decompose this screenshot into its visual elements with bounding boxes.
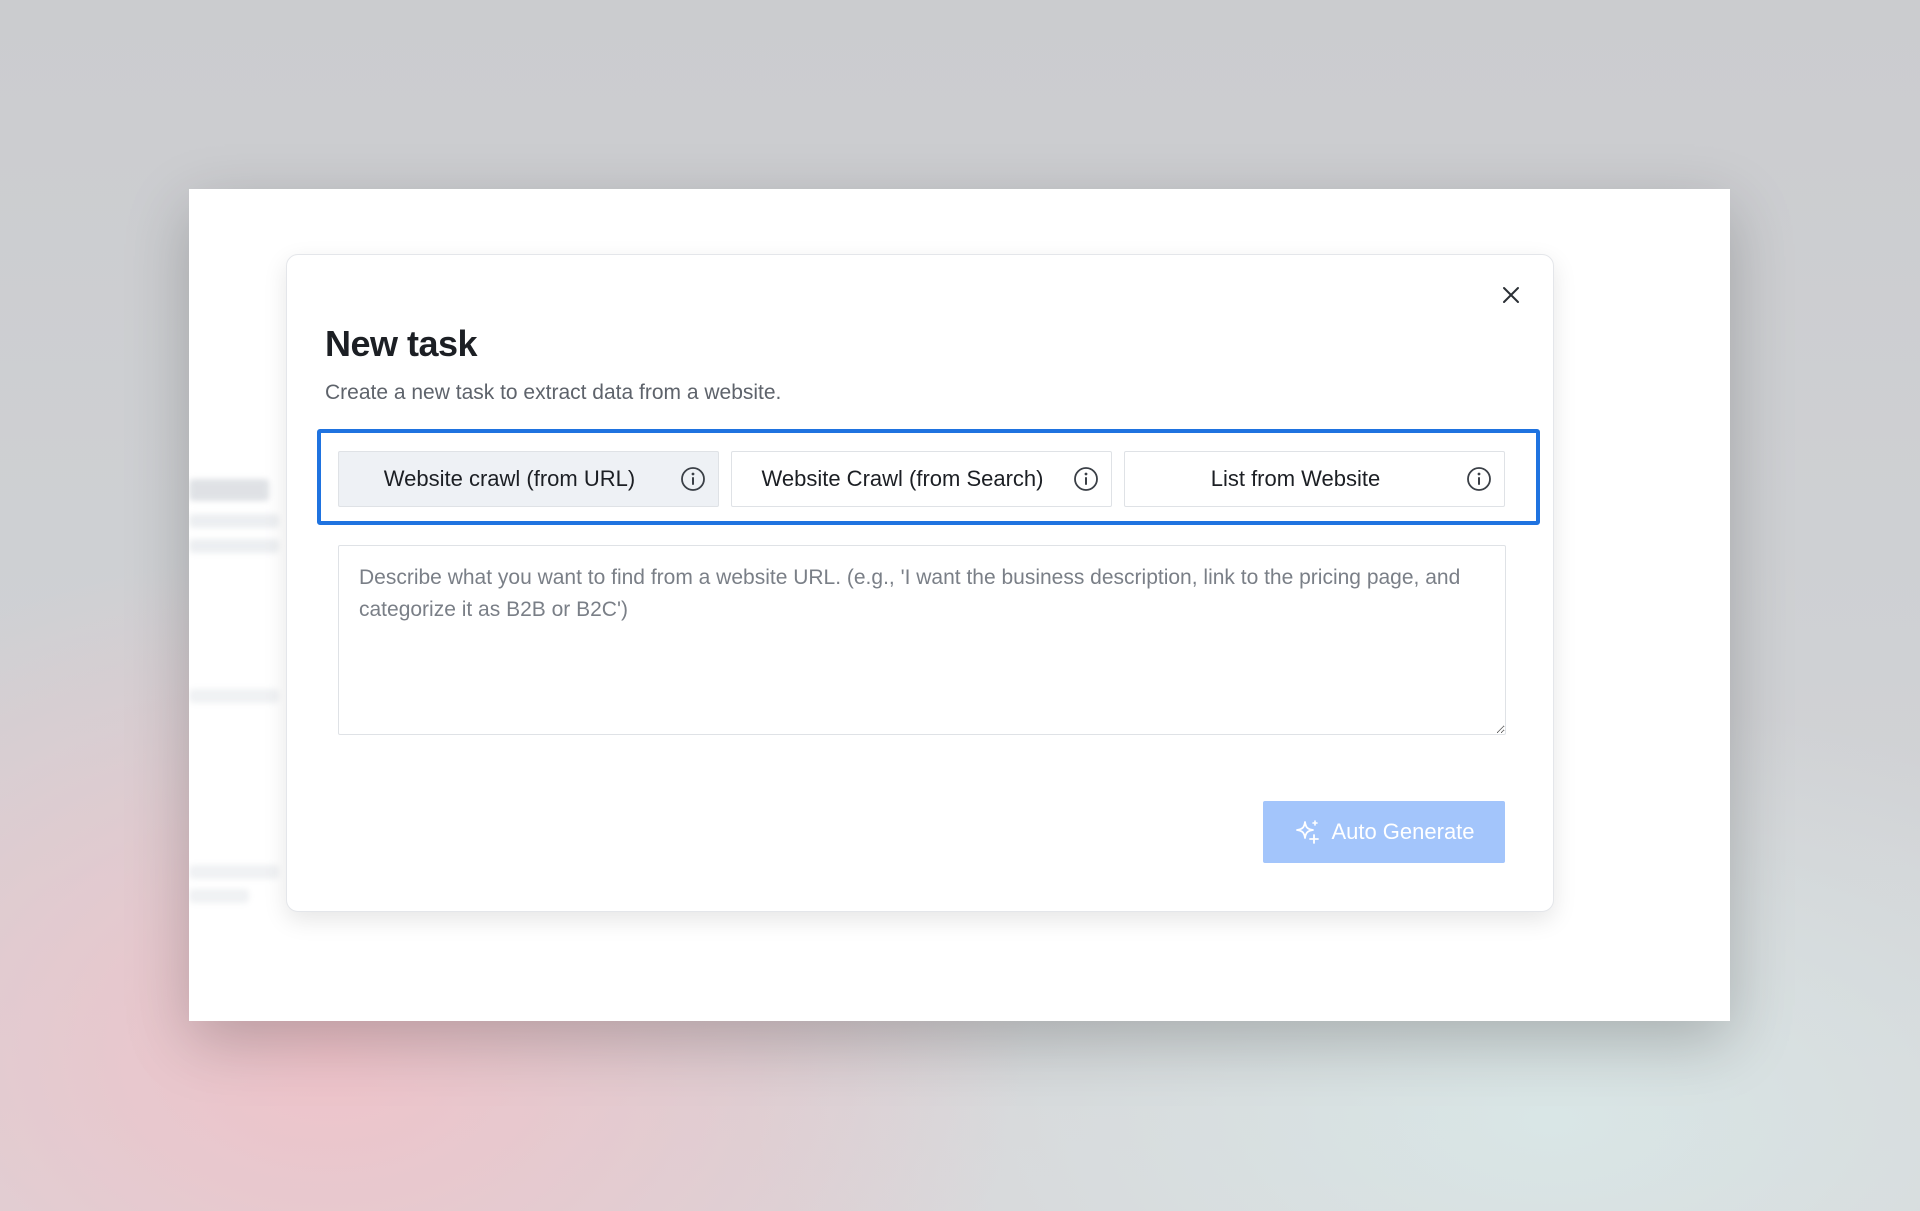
task-type-tabs: Website crawl (from URL) Website Crawl (… <box>317 429 1540 525</box>
blurred-background-content <box>189 865 279 879</box>
info-icon[interactable] <box>1466 466 1492 492</box>
tab-label: List from Website <box>1210 466 1381 491</box>
tab-label: Website Crawl (from Search) <box>761 466 1044 491</box>
description-field-wrapper <box>338 545 1506 735</box>
blurred-background-content <box>189 539 279 553</box>
info-icon[interactable] <box>1073 466 1099 492</box>
close-button[interactable] <box>1495 279 1527 311</box>
dialog-title: New task <box>325 323 478 364</box>
auto-generate-button[interactable]: Auto Generate <box>1263 801 1505 863</box>
task-description-input[interactable] <box>338 545 1506 735</box>
close-icon <box>1503 287 1519 303</box>
blurred-background-content <box>189 479 269 501</box>
blurred-background-content <box>189 689 279 703</box>
info-icon[interactable] <box>680 466 706 492</box>
blurred-background-content <box>189 514 279 528</box>
tab-website-crawl-search[interactable]: Website Crawl (from Search) <box>731 451 1112 507</box>
tab-label: Website crawl (from URL) <box>383 466 636 491</box>
dialog-subtitle: Create a new task to extract data from a… <box>325 381 782 404</box>
tab-list-from-website[interactable]: List from Website <box>1124 451 1505 507</box>
new-task-dialog: New task Create a new task to extract da… <box>286 254 1554 912</box>
blurred-background-content <box>189 889 249 903</box>
tab-website-crawl-url[interactable]: Website crawl (from URL) <box>338 451 719 507</box>
auto-generate-label: Auto Generate <box>1331 819 1475 844</box>
sparkle-icon <box>1296 820 1320 844</box>
